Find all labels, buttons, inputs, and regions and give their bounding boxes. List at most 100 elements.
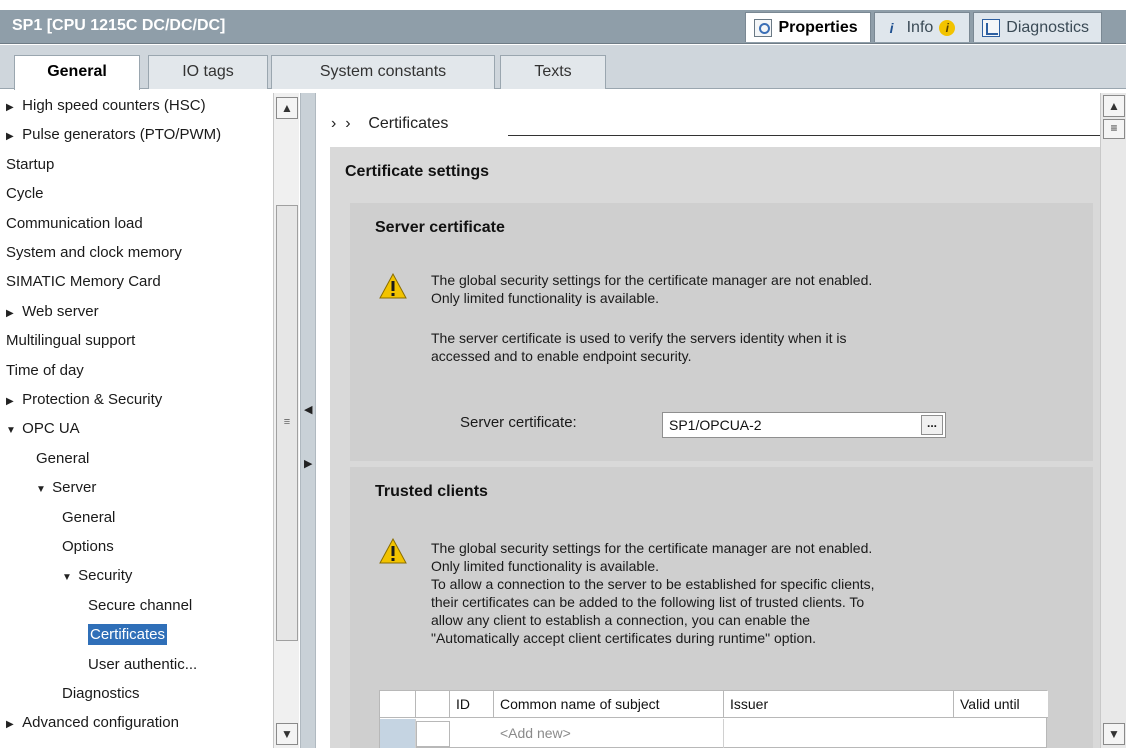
browse-button[interactable]: ...	[921, 415, 943, 435]
tree-item[interactable]: ▶ High speed counters (HSC)	[6, 92, 206, 119]
table-header-status[interactable]	[416, 691, 450, 718]
server-certificate-value: SP1/OPCUA-2	[669, 417, 762, 433]
tree-item[interactable]: User authentic...	[88, 651, 197, 678]
breadcrumb: › › Certificates	[331, 115, 448, 133]
tree-item-label: Cycle	[6, 185, 44, 203]
tree-item[interactable]: ▶ Advanced configuration	[6, 709, 179, 736]
tree-item[interactable]: Options	[62, 533, 114, 560]
main-scrollbar[interactable]: ▲ ≡ ▼	[1100, 93, 1126, 748]
tab-texts[interactable]: Texts	[500, 55, 606, 89]
magnifier-icon	[754, 18, 773, 37]
tree-item[interactable]: Multilingual support	[6, 327, 135, 354]
scroll-up-icon[interactable]: ▲	[276, 97, 298, 119]
tree-item-label: Diagnostics	[62, 685, 140, 702]
server-certificate-field[interactable]: SP1/OPCUA-2 ...	[662, 412, 946, 438]
tree-item[interactable]: ▶ Web server	[6, 298, 99, 325]
scroll-thumb[interactable]: ≡	[1103, 119, 1125, 139]
collapse-left-icon[interactable]: ◀	[304, 403, 312, 416]
expand-right-icon[interactable]: ▶	[6, 388, 18, 415]
tree-item[interactable]: Communication load	[6, 210, 143, 237]
tree-item-label: Communication load	[6, 214, 143, 232]
clients-warning-line2: Only limited functionality is available.	[431, 558, 659, 574]
properties-panel: › › Certificates Certificate settings Se…	[317, 93, 1100, 748]
view-tabs: Properties i Info i Diagnostics	[742, 12, 1102, 44]
table-row-status-cell[interactable]	[416, 721, 450, 747]
tree-item[interactable]: System and clock memory	[6, 239, 182, 266]
tree-item[interactable]: Cycle	[6, 180, 44, 207]
info-badge-icon: i	[939, 19, 956, 36]
tree-item-label: Server	[52, 479, 97, 497]
panel-splitter[interactable]: ◀ ▶	[300, 93, 316, 748]
clients-desc-line2: their certificates can be added to the f…	[431, 594, 865, 610]
tree-item-label: Options	[62, 538, 114, 555]
table-header-select[interactable]	[380, 691, 416, 718]
tree-item[interactable]: ▼ OPC UA	[6, 415, 80, 442]
tab-properties-label: Properties	[778, 18, 858, 36]
tree-item[interactable]: Startup	[6, 151, 54, 178]
expand-right-icon[interactable]: ▶	[6, 123, 18, 150]
scroll-up-icon[interactable]: ▲	[1103, 95, 1125, 117]
tab-info[interactable]: i Info i	[873, 12, 971, 42]
tree-item-label: User authentic...	[88, 655, 198, 673]
tree-item[interactable]: ▶ Protection & Security	[6, 386, 162, 413]
tree-item-label: SIMATIC Memory Card	[6, 273, 161, 291]
scroll-down-icon[interactable]: ▼	[276, 723, 298, 745]
tree-item[interactable]: General	[62, 504, 115, 531]
tree-item-label: Security	[78, 567, 133, 585]
trusted-clients-title: Trusted clients	[375, 483, 488, 500]
diagnostics-icon	[982, 18, 1001, 37]
window-title: SP1 [CPU 1215C DC/DC/DC]	[12, 17, 226, 34]
scroll-thumb[interactable]: ≡	[276, 205, 298, 641]
tree-item[interactable]: Certificates	[88, 621, 168, 648]
expand-right-icon[interactable]: ▶	[304, 457, 312, 470]
server-certificate-label: Server certificate:	[460, 414, 577, 431]
server-certificate-title: Server certificate	[375, 219, 505, 236]
server-warning-line1: The global security settings for the cer…	[431, 272, 873, 288]
expand-down-icon[interactable]: ▼	[6, 417, 18, 444]
clients-desc-line4: "Automatically accept client certificate…	[431, 630, 817, 646]
expand-right-icon[interactable]: ▶	[6, 94, 18, 121]
expand-right-icon[interactable]: ▶	[6, 711, 18, 738]
add-new-row[interactable]: <Add new>	[494, 719, 724, 748]
breadcrumb-label: Certificates	[368, 115, 449, 132]
clients-desc-line3: allow any client to establish a connecti…	[431, 612, 811, 628]
table-header-issuer[interactable]: Issuer	[724, 691, 954, 718]
tree-item[interactable]: General	[36, 445, 89, 472]
warning-icon	[379, 273, 407, 299]
table-header-valid-until[interactable]: Valid until	[954, 691, 1048, 718]
tree-item[interactable]: SIMATIC Memory Card	[6, 268, 161, 295]
trusted-clients-table: ID Common name of subject Issuer Valid u…	[379, 690, 1048, 748]
tree-item[interactable]: Secure channel	[88, 592, 192, 619]
server-desc-line2: accessed and to enable endpoint security…	[431, 348, 692, 364]
tab-diagnostics[interactable]: Diagnostics	[973, 12, 1102, 42]
tab-properties[interactable]: Properties	[745, 12, 871, 42]
warning-icon	[379, 538, 407, 564]
tree-item[interactable]: Diagnostics	[62, 680, 140, 707]
tab-general[interactable]: General	[14, 55, 140, 90]
tree-item-label: Advanced configuration	[22, 714, 179, 732]
tree-item[interactable]: Time of day	[6, 357, 84, 384]
tree-item[interactable]: ▶ Pulse generators (PTO/PWM)	[6, 121, 221, 148]
tab-diagnostics-label: Diagnostics	[1006, 18, 1089, 36]
section-title: Certificate settings	[345, 163, 490, 180]
server-warning-line2: Only limited functionality is available.	[431, 290, 659, 306]
breadcrumb-divider	[508, 135, 1100, 136]
tree-item-label: Certificates	[88, 624, 168, 646]
tree-item[interactable]: ▼ Security	[62, 562, 132, 589]
tree-item[interactable]: ▼ Server	[36, 474, 96, 501]
expand-down-icon[interactable]: ▼	[62, 564, 74, 591]
scroll-down-icon[interactable]: ▼	[1103, 723, 1125, 745]
tab-io-tags[interactable]: IO tags	[148, 55, 268, 89]
tree-scrollbar[interactable]: ▲ ≡ ▼	[273, 93, 299, 748]
server-desc-line1: The server certificate is used to verify…	[431, 330, 847, 346]
tree-item-label: Pulse generators (PTO/PWM)	[22, 126, 222, 144]
table-row-select-cell[interactable]	[380, 719, 416, 748]
tree-item-label: Secure channel	[88, 596, 193, 614]
tree-item-label: High speed counters (HSC)	[22, 97, 206, 114]
tab-system-constants[interactable]: System constants	[271, 55, 495, 89]
sub-tab-strip: General IO tags System constants Texts	[0, 45, 1126, 90]
table-header-id[interactable]: ID	[450, 691, 494, 718]
table-header-common-name[interactable]: Common name of subject	[494, 691, 724, 718]
expand-right-icon[interactable]: ▶	[6, 300, 18, 327]
expand-down-icon[interactable]: ▼	[36, 476, 48, 503]
